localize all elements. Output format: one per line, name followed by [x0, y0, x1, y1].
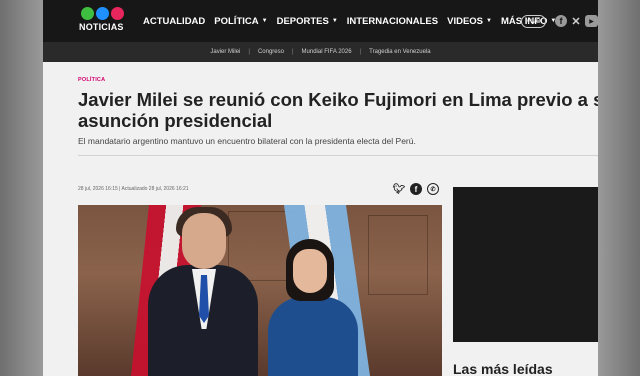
nav-item-internacionales[interactable]: INTERNACIONALES [347, 16, 438, 27]
topic-link[interactable]: Mundial FIFA 2026 [302, 49, 352, 55]
headline-line-2: asunción presidencial [78, 110, 273, 131]
photo-wall-panel [368, 215, 428, 295]
divider: | [291, 49, 294, 55]
photo-face [293, 249, 327, 293]
chevron-down-icon: ▼ [486, 18, 492, 24]
logo-dot-red [111, 7, 124, 20]
headline-line-1: Javier Milei se reunió con Keiko Fujimor… [78, 89, 598, 110]
nav-item-deportes[interactable]: DEPORTES ▼ [277, 16, 338, 27]
divider: | [248, 49, 250, 55]
nav-item-actualidad[interactable]: ACTUALIDAD [143, 16, 205, 27]
article-photo [78, 205, 442, 376]
x-icon[interactable]: ✕ [570, 15, 582, 28]
article-lead: El mandatario argentino mantuvo un encue… [78, 136, 416, 146]
article-headline: Javier Milei se reunió con Keiko Fujimor… [78, 89, 598, 131]
divider: | [359, 49, 362, 55]
nav-label: INTERNACIONALES [346, 15, 439, 27]
blurred-right-edge [598, 0, 640, 376]
trending-topics-bar: Javier Milei | Congreso | Mundial FIFA 2… [43, 42, 598, 62]
nav-label: ACTUALIDAD [143, 15, 206, 27]
logo-dot-green [81, 7, 94, 20]
topic-link[interactable]: Congreso [258, 49, 284, 55]
nav-item-videos[interactable]: VIDEOS ▼ [447, 16, 492, 27]
facebook-icon[interactable]: f [555, 15, 567, 27]
section-label[interactable]: POLÍTICA [78, 77, 105, 83]
topic-link[interactable]: Javier Milei [210, 49, 240, 55]
site-logo[interactable]: NOTICIAS [79, 7, 129, 35]
main-nav: ACTUALIDAD POLÍTICA ▼ DEPORTES ▼ INTERNACI… [143, 0, 565, 42]
topic-link[interactable]: Tragedia en Venezuela [369, 49, 431, 55]
chevron-down-icon: ▼ [331, 18, 338, 24]
logo-dot-blue [96, 7, 109, 20]
nav-label: POLÍTICA [214, 15, 259, 27]
nav-label: DEPORTES [276, 15, 329, 27]
ad-slot[interactable] [453, 187, 598, 342]
live-button[interactable]: VIVO [521, 15, 546, 28]
photo-person-dress [268, 297, 358, 376]
nav-item-politica[interactable]: POLÍTICA ▼ [214, 16, 267, 27]
logo-text: NOTICIAS [79, 22, 124, 32]
most-read-heading: Las más leídas [453, 361, 553, 376]
nav-label: VIDEOS [447, 15, 484, 27]
article-timestamp: 28 jul, 2026 16:15 | Actualizado 28 jul,… [78, 186, 189, 192]
news-page: NOTICIAS ACTUALIDAD POLÍTICA ▼ DEPORTES ▼ … [43, 0, 598, 376]
photo-face [182, 213, 226, 269]
divider [78, 155, 598, 156]
youtube-icon[interactable]: ▶ [585, 15, 598, 27]
blurred-left-edge [0, 0, 43, 376]
whatsapp-icon[interactable]: ✆ [427, 183, 439, 195]
facebook-icon[interactable]: f [410, 183, 422, 195]
chevron-down-icon: ▼ [261, 18, 268, 24]
top-navigation-bar: NOTICIAS ACTUALIDAD POLÍTICA ▼ DEPORTES ▼ … [43, 0, 598, 42]
twitter-icon[interactable]: 🐦︎ [393, 183, 406, 195]
